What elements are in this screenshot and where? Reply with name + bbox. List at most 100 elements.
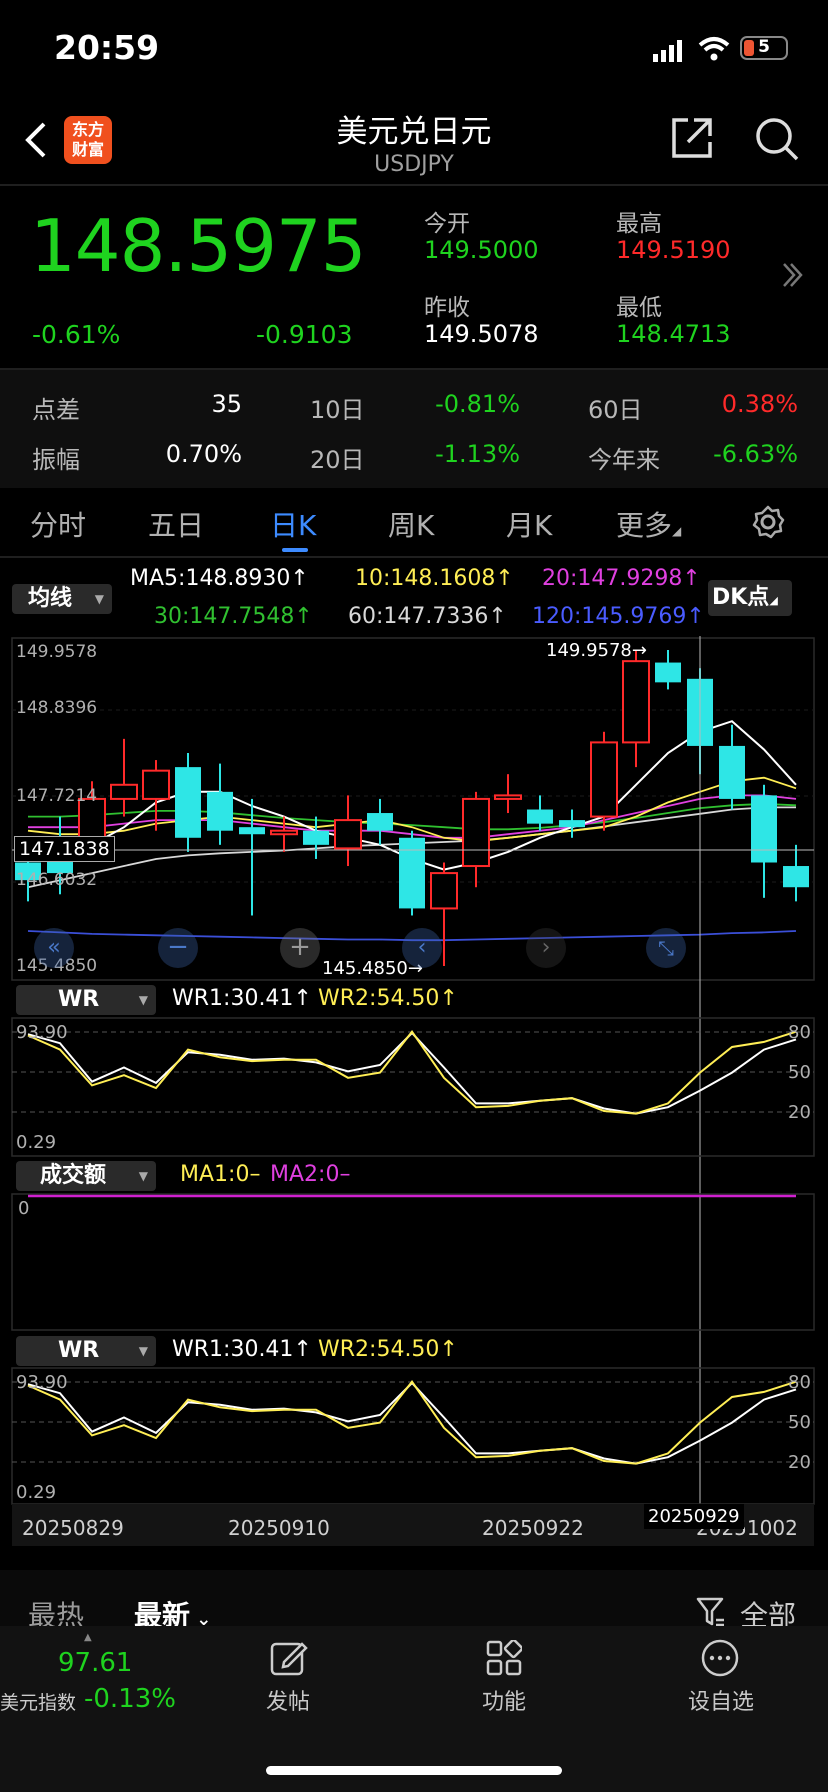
candle-down [175,767,201,838]
volume-selector-label: 成交额 [40,1163,107,1188]
ytd-value: -6.63% [713,440,798,468]
wr2-panel-wr1-readout: WR1:30.41↑ [172,1337,312,1362]
share-icon[interactable] [670,116,714,164]
candle-up [142,769,170,800]
wr2-level-label: 80 [788,1372,811,1393]
d60-label: 60日 [588,396,643,424]
watchlist-icon[interactable] [700,1638,740,1682]
candle-down [367,813,393,831]
index-value[interactable]: 97.61 [58,1648,132,1678]
tab-day-k[interactable]: 日K [270,504,316,544]
nav-watchlist[interactable]: 设自选 [676,1684,766,1716]
wr-level-label: 80 [788,1022,811,1043]
fullscreen-icon[interactable]: ⤡ [646,928,686,968]
wr2-panel-wr2-arrow: ↑ [439,1337,458,1362]
nav-function[interactable]: 功能 [462,1684,546,1716]
scroll-right-icon[interactable]: › [526,928,566,968]
function-icon[interactable] [486,1638,524,1680]
wr2-arrow: ↑ [439,986,458,1011]
ma30-arrow: ↑ [294,604,313,629]
search-icon[interactable] [754,116,800,166]
wr2-bottom-label: 0.29 [16,1482,57,1503]
tab-intraday[interactable]: 分时 [30,504,86,544]
wr2-selector[interactable]: WR ▼ [16,1336,156,1366]
wifi-icon [698,36,730,66]
index-name[interactable]: 美元指数 [0,1688,76,1715]
tab-week-k[interactable]: 周K [388,504,434,544]
ma120-readout: 120:145.9769↑ [532,604,705,629]
candle-down [399,837,425,909]
price-axis-label: 146.6032 [16,870,98,890]
wr-level-label: 50 [788,1062,811,1083]
dk-point-button[interactable]: DK点◢ [708,580,792,616]
wr2-top-label: 93.90 [16,1372,68,1393]
nav-post[interactable]: 发帖 [246,1684,330,1716]
crosshair-date-label: 20250929 [644,1504,744,1529]
volume-panel-frame [11,1193,815,1331]
wr-selector-label: WR [58,987,100,1012]
candle-down [527,809,553,824]
d60-value: 0.38% [721,390,798,418]
wr-selector[interactable]: WR ▼ [16,985,156,1015]
price-axis-label: 148.8396 [16,698,98,718]
ma5-arrow: ↑ [290,566,309,591]
ma60-readout: 60:147.7336↑ [348,604,507,629]
tabs-divider [0,556,828,558]
wr2-value: WR2:54.50 [318,986,440,1011]
prev-close-label: 昨收 [424,295,470,321]
settings-icon[interactable] [750,504,786,544]
index-change[interactable]: -0.13% [84,1684,176,1714]
wr2-selector-label: WR [58,1338,100,1363]
date-label: 20250922 [482,1516,584,1540]
wr1-arrow: ↑ [293,986,312,1011]
tab-month-k[interactable]: 月K [506,504,552,544]
index-up-indicator: ▲ [84,1632,92,1643]
candle-down [239,827,265,835]
ma-selector[interactable]: 均线 ▼ [12,584,112,614]
candle-down [719,745,745,799]
tab-more[interactable]: 更多◢ [616,504,681,544]
volume-ma1: MA1:0– [180,1162,261,1187]
wr2-panel-frame [11,1367,815,1505]
ytd-label: 今年来 [588,446,660,474]
wr2-lines [27,1380,797,1465]
scroll-left-fast-icon[interactable]: « [34,928,74,968]
open-label: 今开 [424,211,470,237]
ma20-readout: 20:147.9298↑ [542,566,701,591]
change-percent: -0.61% [32,320,121,349]
change-amount: -0.9103 [256,320,353,349]
zoom-out-icon[interactable]: − [158,928,198,968]
candle-down [655,662,681,683]
wr2-dropdown-icon: ▼ [138,1344,148,1358]
ma120-arrow: ↑ [686,604,705,629]
volume-selector[interactable]: 成交额 ▼ [16,1161,156,1191]
candle-down [303,830,329,845]
kline-chart[interactable] [0,636,828,1568]
home-indicator[interactable] [266,1766,562,1775]
date-label: 20250829 [22,1516,124,1540]
candle-down [559,820,585,828]
wr1-value: WR1:30.41 [172,986,294,1011]
d10-value: -0.81% [435,390,520,418]
high-value: 149.5190 [616,236,731,264]
battery-level: 5 [758,37,770,57]
wr2-readout: WR2:54.50↑ [318,986,458,1011]
wr-lines [27,1030,797,1115]
wr2-panel-wr2-value: WR2:54.50 [318,1337,440,1362]
post-icon[interactable] [270,1640,308,1682]
price-axis-label: 149.9578 [16,642,98,662]
wr2-panel-wr2-readout: WR2:54.50↑ [318,1337,458,1362]
ma5-readout: MA5:148.8930↑ [130,566,309,591]
candle-up [462,797,490,868]
tab-five-day[interactable]: 五日 [148,504,204,544]
crosshair-price-label: 147.1838 [14,836,115,862]
zoom-in-icon[interactable]: + [280,928,320,968]
wr1-line [27,1381,797,1465]
scroll-left-icon[interactable]: ‹ [402,928,442,968]
wr1-readout: WR1:30.41↑ [172,986,312,1011]
header-divider [0,184,828,186]
expand-chevron-icon[interactable] [780,260,804,294]
battery-icon: 5 [740,36,788,60]
spread-label: 点差 [32,396,80,424]
max-price-marker: 149.9578→ [546,640,647,661]
